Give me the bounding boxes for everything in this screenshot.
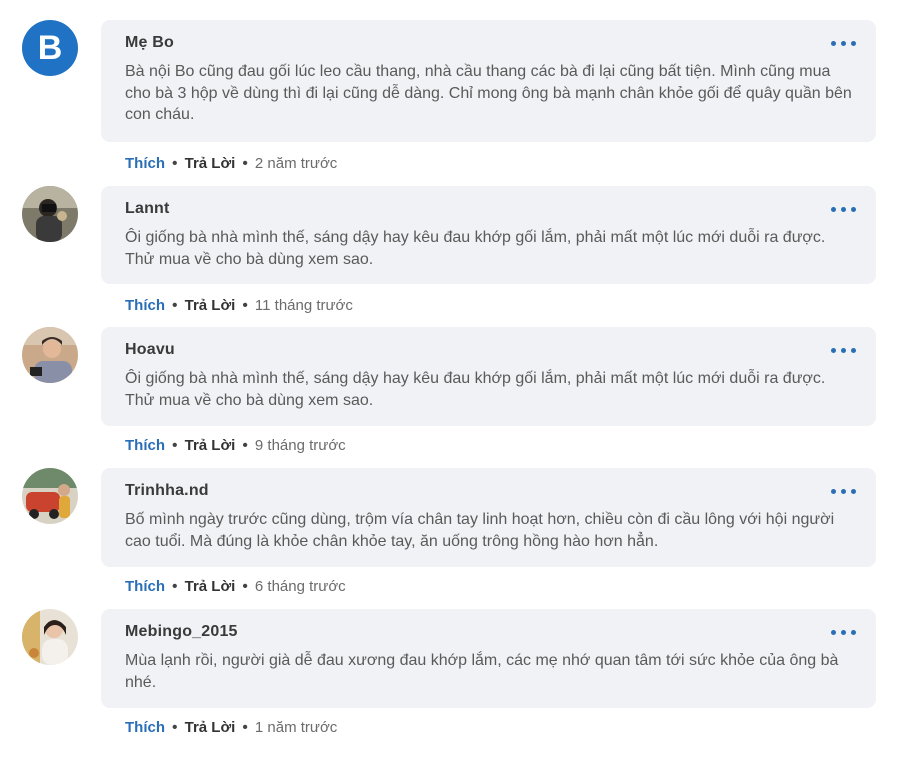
comment-actions: Thích • Trả Lời • 6 tháng trước — [125, 577, 346, 597]
comment-actions: Thích • Trả Lời • 11 tháng trước — [125, 296, 353, 316]
separator-dot: • — [242, 578, 248, 595]
avatar[interactable] — [22, 327, 78, 383]
comment-bubble: Hoavu Ôi giống bà nhà mình thế, sáng dậy… — [101, 327, 876, 426]
comment-text: Ôi giống bà nhà mình thế, sáng dậy hay k… — [125, 370, 826, 409]
like-button[interactable]: Thích — [125, 155, 165, 172]
comment-author[interactable]: Lannt — [125, 197, 852, 221]
separator-dot: • — [172, 578, 178, 595]
separator-dot: • — [172, 297, 178, 314]
avatar-letter: B — [37, 28, 63, 67]
like-button[interactable]: Thích — [125, 297, 165, 314]
comment-time: 6 tháng trước — [254, 578, 346, 595]
separator-dot: • — [172, 155, 178, 172]
comment-time: 9 tháng trước — [254, 437, 346, 454]
comment-bubble: Mẹ Bo Bà nội Bo cũng đau gối lúc leo cầu… — [101, 20, 876, 142]
more-options-icon[interactable] — [831, 41, 856, 46]
comment-author[interactable]: Trinhha.nd — [125, 479, 852, 503]
reply-button[interactable]: Trả Lời — [185, 719, 236, 736]
comment-actions: Thích • Trả Lời • 1 năm trước — [125, 718, 337, 738]
more-options-icon[interactable] — [831, 489, 856, 494]
comment-bubble: Lannt Ôi giống bà nhà mình thế, sáng dậy… — [101, 186, 876, 284]
separator-dot: • — [242, 719, 248, 736]
separator-dot: • — [172, 719, 178, 736]
comment-time: 1 năm trước — [254, 719, 338, 736]
comment-text: Bố mình ngày trước cũng dùng, trộm vía c… — [125, 511, 835, 550]
avatar[interactable] — [22, 609, 78, 665]
like-button[interactable]: Thích — [125, 719, 165, 736]
separator-dot: • — [242, 297, 248, 314]
comment-author[interactable]: Mebingo_2015 — [125, 620, 852, 644]
reply-button[interactable]: Trả Lời — [185, 297, 236, 314]
more-options-icon[interactable] — [831, 630, 856, 635]
separator-dot: • — [242, 155, 248, 172]
comment-author[interactable]: Mẹ Bo — [125, 31, 852, 55]
reply-button[interactable]: Trả Lời — [185, 155, 236, 172]
like-button[interactable]: Thích — [125, 578, 165, 595]
comment-time: 2 năm trước — [254, 155, 338, 172]
comment-text: Ôi giống bà nhà mình thế, sáng dậy hay k… — [125, 229, 826, 268]
comment-bubble: Trinhha.nd Bố mình ngày trước cũng dùng,… — [101, 468, 876, 567]
more-options-icon[interactable] — [831, 348, 856, 353]
comment-author[interactable]: Hoavu — [125, 338, 852, 362]
avatar[interactable]: B — [22, 20, 78, 76]
reply-button[interactable]: Trả Lời — [185, 578, 236, 595]
avatar[interactable] — [22, 186, 78, 242]
reply-button[interactable]: Trả Lời — [185, 437, 236, 454]
comment-text: Mùa lạnh rồi, người già dễ đau xương đau… — [125, 652, 839, 691]
separator-dot: • — [242, 437, 248, 454]
comment-bubble: Mebingo_2015 Mùa lạnh rồi, người già dễ … — [101, 609, 876, 708]
like-button[interactable]: Thích — [125, 437, 165, 454]
more-options-icon[interactable] — [831, 207, 856, 212]
comment-actions: Thích • Trả Lời • 2 năm trước — [125, 154, 337, 174]
avatar[interactable] — [22, 468, 78, 524]
comment-actions: Thích • Trả Lời • 9 tháng trước — [125, 436, 346, 456]
comment-time: 11 tháng trước — [254, 297, 353, 314]
separator-dot: • — [172, 437, 178, 454]
comment-text: Bà nội Bo cũng đau gối lúc leo cầu thang… — [125, 63, 852, 123]
